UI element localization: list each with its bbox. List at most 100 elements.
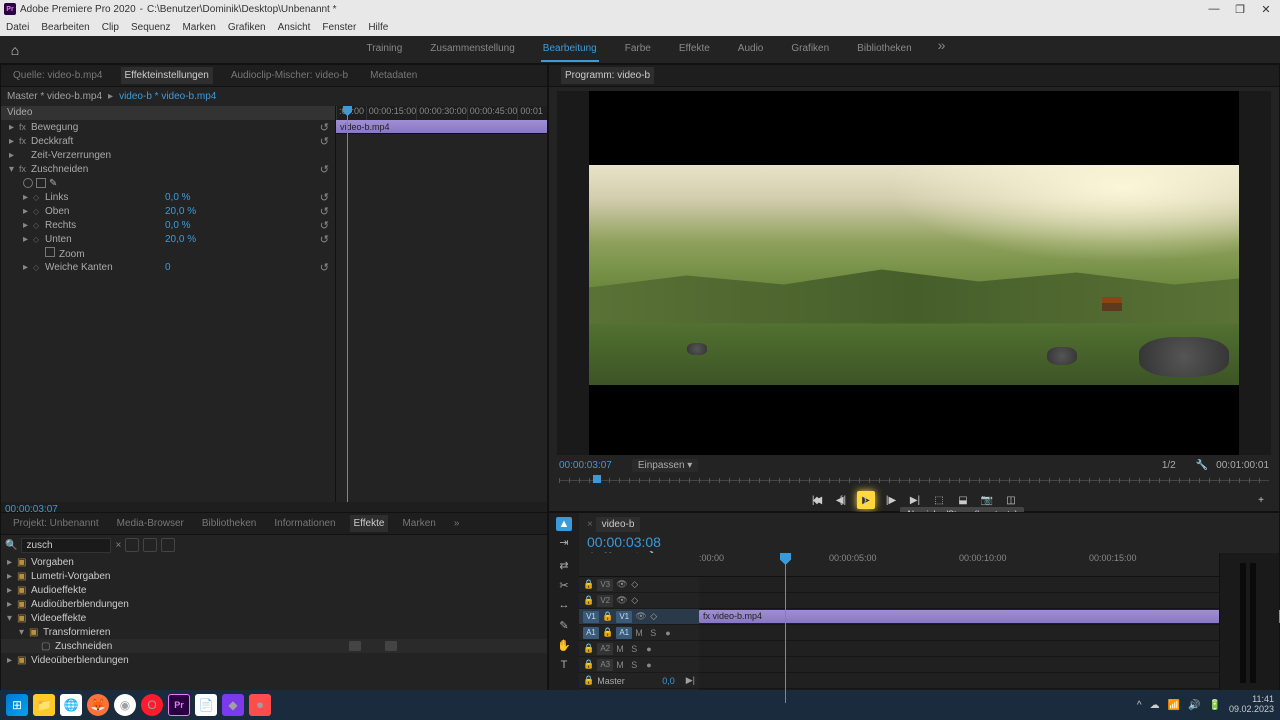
fx-icon[interactable]: fx bbox=[19, 122, 31, 132]
tree-item[interactable]: Videoeffekte bbox=[31, 613, 86, 624]
type-tool-icon[interactable]: T bbox=[556, 657, 572, 673]
twirl-icon[interactable]: ▾ bbox=[9, 164, 19, 175]
32bit-badge-icon[interactable] bbox=[143, 538, 157, 552]
track-target[interactable]: A1 bbox=[616, 627, 632, 639]
tab-project[interactable]: Projekt: Unbenannt bbox=[9, 515, 103, 532]
value-oben[interactable]: 20,0 % bbox=[165, 206, 196, 217]
menu-marken[interactable]: Marken bbox=[182, 22, 215, 33]
program-scrubber[interactable] bbox=[559, 475, 1269, 487]
track-v2[interactable] bbox=[699, 593, 1219, 609]
fx-icon[interactable] bbox=[19, 150, 31, 160]
tray-battery-icon[interactable]: 🔋 bbox=[1209, 700, 1221, 711]
menu-datei[interactable]: Datei bbox=[6, 22, 29, 33]
voice-record-icon[interactable]: ● bbox=[646, 644, 658, 654]
file-explorer-icon[interactable]: 📁 bbox=[33, 694, 55, 716]
tree-item[interactable]: Lumetri-Vorgaben bbox=[31, 571, 111, 582]
pen-tool-icon[interactable]: ✎ bbox=[556, 617, 572, 633]
taskbar-clock[interactable]: 11:41 09.02.2023 bbox=[1229, 695, 1274, 715]
go-to-out-icon[interactable]: ▶| bbox=[907, 492, 923, 508]
lock-icon[interactable]: 🔒 bbox=[602, 611, 613, 622]
program-timecode-current[interactable]: 00:00:03:07 bbox=[559, 460, 612, 471]
track-select-tool-icon[interactable]: ⇥ bbox=[556, 535, 572, 549]
go-to-end-icon[interactable]: ▶| bbox=[686, 675, 695, 686]
twirl-icon[interactable]: ▸ bbox=[23, 262, 33, 273]
sequence-tab[interactable]: video-b bbox=[596, 517, 641, 532]
value-unten[interactable]: 20,0 % bbox=[165, 234, 196, 245]
workspace-bibliotheken[interactable]: Bibliotheken bbox=[855, 37, 913, 62]
ellipse-mask-icon[interactable] bbox=[23, 178, 33, 188]
solo-icon[interactable]: S bbox=[631, 660, 643, 670]
reset-icon[interactable]: ↺ bbox=[320, 121, 329, 134]
add-marker-icon[interactable]: ◆ bbox=[809, 492, 825, 508]
workspace-effekte[interactable]: Effekte bbox=[677, 37, 712, 62]
edge-icon[interactable]: 🌐 bbox=[60, 694, 82, 716]
workspace-zusammenstellung[interactable]: Zusammenstellung bbox=[428, 37, 516, 62]
track-v3[interactable] bbox=[699, 577, 1219, 593]
track-a2[interactable] bbox=[699, 641, 1219, 657]
twirl-icon[interactable]: ▸ bbox=[7, 655, 17, 666]
workspace-farbe[interactable]: Farbe bbox=[623, 37, 653, 62]
keyframe-toggle-icon[interactable]: ◇ bbox=[33, 235, 45, 244]
opera-icon[interactable]: O bbox=[141, 694, 163, 716]
toggle-output-icon[interactable]: 👁 bbox=[635, 611, 647, 622]
toggle-output-icon[interactable]: 👁 bbox=[616, 579, 628, 590]
effect-zuschneiden[interactable]: Zuschneiden bbox=[31, 164, 151, 175]
track-v1[interactable]: fx video-b.mp4 bbox=[699, 609, 1219, 625]
work-area-bar[interactable] bbox=[699, 567, 1219, 577]
workspace-overflow-icon[interactable]: » bbox=[938, 37, 946, 62]
keyframe-toggle-icon[interactable]: ◇ bbox=[33, 221, 45, 230]
export-frame-icon[interactable]: 📷 bbox=[979, 492, 995, 508]
settings-icon[interactable]: 🔧 bbox=[1196, 460, 1208, 471]
tray-wifi-icon[interactable]: 📶 bbox=[1168, 700, 1180, 711]
reset-icon[interactable]: ↺ bbox=[320, 135, 329, 148]
reset-icon[interactable]: ↺ bbox=[320, 205, 329, 218]
mute-icon[interactable]: M bbox=[616, 660, 628, 670]
menu-bearbeiten[interactable]: Bearbeiten bbox=[41, 22, 89, 33]
twirl-icon[interactable]: ▸ bbox=[9, 150, 19, 161]
tab-audio-mixer[interactable]: Audioclip-Mischer: video-b bbox=[227, 67, 352, 84]
minimize-button[interactable]: — bbox=[1208, 3, 1220, 16]
twirl-icon[interactable]: ▾ bbox=[19, 627, 29, 638]
track-target[interactable]: V1 bbox=[616, 611, 632, 623]
razor-tool-icon[interactable]: ✂ bbox=[556, 577, 572, 593]
yuv-badge-icon[interactable] bbox=[161, 538, 175, 552]
twirl-icon[interactable]: ▸ bbox=[23, 192, 33, 203]
effect-mini-timeline[interactable]: :00:00 00:00:15:00 00:00:30:00 00:00:45:… bbox=[335, 106, 547, 502]
track-target[interactable]: V3 bbox=[597, 579, 613, 591]
twirl-icon[interactable]: ▸ bbox=[9, 136, 19, 147]
mark-in-icon[interactable]: { bbox=[833, 492, 849, 508]
extract-icon[interactable]: ⬓ bbox=[955, 492, 971, 508]
value-links[interactable]: 0,0 % bbox=[165, 192, 191, 203]
twirl-icon[interactable]: ▸ bbox=[7, 599, 17, 610]
menu-sequenz[interactable]: Sequenz bbox=[131, 22, 170, 33]
menu-ansicht[interactable]: Ansicht bbox=[278, 22, 311, 33]
menu-clip[interactable]: Clip bbox=[102, 22, 119, 33]
step-forward-icon[interactable]: |▶ bbox=[883, 492, 899, 508]
firefox-icon[interactable]: 🦊 bbox=[87, 694, 109, 716]
track-target[interactable]: V2 bbox=[597, 595, 613, 607]
clip-link[interactable]: video-b * video-b.mp4 bbox=[119, 91, 216, 102]
scrubber-playhead[interactable] bbox=[593, 475, 601, 483]
lock-icon[interactable]: 🔒 bbox=[583, 675, 594, 686]
workspace-bearbeitung[interactable]: Bearbeitung bbox=[541, 37, 599, 62]
track-a3[interactable] bbox=[699, 657, 1219, 673]
twirl-icon[interactable]: ▸ bbox=[7, 557, 17, 568]
reset-icon[interactable]: ↺ bbox=[320, 163, 329, 176]
lock-icon[interactable]: 🔒 bbox=[602, 627, 613, 638]
timeline-clip[interactable]: fx video-b.mp4 bbox=[699, 610, 1280, 623]
button-editor-icon[interactable]: + bbox=[1253, 492, 1269, 508]
home-icon[interactable]: ⌂ bbox=[0, 36, 30, 64]
twirl-icon[interactable]: ▸ bbox=[23, 234, 33, 245]
source-patch[interactable]: V1 bbox=[583, 611, 599, 623]
mute-icon[interactable]: M bbox=[616, 644, 628, 654]
track-target[interactable]: A2 bbox=[597, 643, 613, 655]
twirl-icon[interactable]: ▸ bbox=[23, 206, 33, 217]
mask-shapes[interactable]: ✎ bbox=[23, 178, 59, 188]
program-monitor-viewport[interactable] bbox=[557, 91, 1271, 455]
tab-info[interactable]: Informationen bbox=[270, 515, 339, 532]
chrome-icon[interactable]: ◉ bbox=[114, 694, 136, 716]
recorder-icon[interactable]: ⏺ bbox=[249, 694, 271, 716]
reset-icon[interactable]: ↺ bbox=[320, 261, 329, 274]
zoom-fit-dropdown[interactable]: Einpassen ▾ bbox=[632, 459, 699, 472]
menu-fenster[interactable]: Fenster bbox=[322, 22, 356, 33]
